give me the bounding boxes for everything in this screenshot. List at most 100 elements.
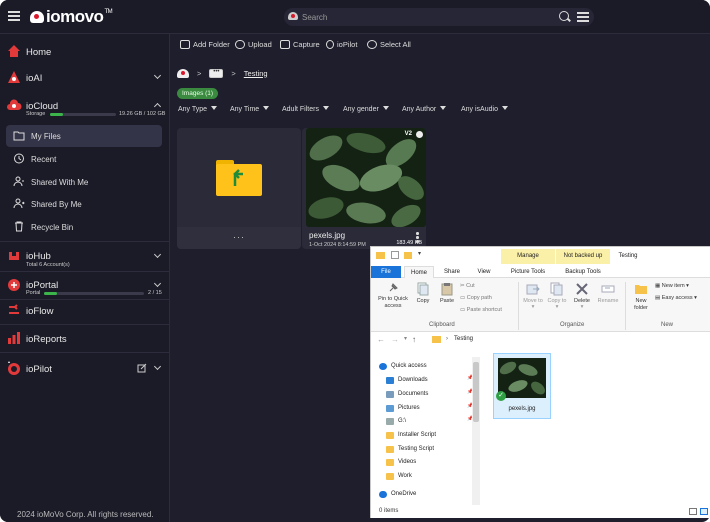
more-options-icon[interactable]: ··· [233, 232, 245, 242]
nav-installer-script[interactable]: Installer Script [386, 429, 436, 441]
sidebar-item-shared-with-me[interactable]: Shared With Me [6, 171, 162, 193]
filter-gender-dropdown[interactable]: Any gender [343, 106, 389, 113]
parent-folder-card[interactable]: ··· [177, 128, 301, 249]
tab-share[interactable]: Share [437, 266, 467, 278]
search-icon[interactable] [559, 11, 569, 21]
sidebar-item-recent[interactable]: Recent [6, 148, 162, 170]
properties-icon[interactable] [391, 251, 399, 259]
sidebar-item-iopilot[interactable]: ioPilot [0, 356, 170, 382]
manage-context-tab[interactable]: Manage [501, 249, 555, 264]
nav-quick-access[interactable]: Quick access [379, 360, 427, 372]
capture-button[interactable]: Capture [280, 40, 320, 49]
new-folder-button[interactable]: New folder [628, 282, 654, 312]
edit-icon[interactable] [137, 363, 147, 373]
tab-home[interactable]: Home [404, 266, 434, 278]
sidebar-item-label: Recent [31, 155, 57, 164]
chevron-down-icon[interactable] [153, 362, 162, 371]
nav-work[interactable]: Work [386, 470, 412, 482]
hamburger-menu-icon[interactable] [8, 11, 20, 21]
add-folder-button[interactable]: Add Folder [180, 40, 230, 49]
ribbon-tabs: File Home Share View Picture Tools Backu… [371, 266, 710, 278]
logo[interactable]: iomovo TM [30, 7, 113, 26]
move-to-button[interactable]: Move to ▾ [522, 282, 544, 310]
file-explorer-window: ▾ Manage Not backed up Testing File Home… [370, 246, 710, 518]
chevron-down-icon[interactable] [153, 71, 162, 80]
delete-button[interactable]: Delete ▾ [571, 282, 593, 310]
easy-access-button[interactable]: ▤ Easy access ▾ [655, 295, 697, 301]
reports-chart-icon [8, 332, 20, 344]
copy-to-button[interactable]: Copy to ▾ [546, 282, 568, 310]
nav-g-drive[interactable]: G:\ [386, 415, 406, 427]
new-item-button[interactable]: ▦ New item ▾ [655, 283, 689, 289]
search-input[interactable] [300, 8, 552, 26]
explorer-title-bar: ▾ Manage Not backed up Testing [371, 247, 710, 266]
select-checkbox[interactable] [416, 131, 423, 138]
logo-trademark: TM [104, 9, 113, 15]
sidebar-item-label: Home [26, 47, 52, 58]
chevron-up-icon[interactable] [153, 102, 162, 111]
tab-file[interactable]: File [371, 266, 401, 278]
home-logo-icon[interactable] [177, 68, 189, 78]
filter-sliders-icon[interactable] [577, 11, 589, 22]
nav-documents[interactable]: Documents [386, 388, 428, 400]
copy-button[interactable]: Copy [413, 282, 433, 304]
nav-pictures[interactable]: Pictures [386, 402, 420, 414]
chevron-down-icon[interactable] [153, 279, 162, 288]
sidebar-item-my-files[interactable]: My Files [6, 125, 162, 147]
file-item-pexels[interactable]: ✓ pexels.jpg [493, 353, 551, 419]
kebab-menu-icon[interactable] [416, 232, 419, 243]
details-view-icon[interactable] [689, 508, 697, 515]
recent-locations-icon[interactable]: ▾ [404, 335, 407, 342]
large-icons-view-icon[interactable] [700, 508, 708, 515]
logo-text: iomovo [46, 7, 104, 26]
paste-shortcut-button[interactable]: ▭ Paste shortcut [460, 307, 502, 313]
sidebar-item-label: My Files [31, 132, 61, 141]
pin-label: Pin to Quick access [378, 296, 408, 309]
filter-adult-dropdown[interactable]: Adult Filters [282, 106, 329, 113]
breadcrumb-current[interactable]: Testing [244, 69, 268, 78]
sidebar-item-home[interactable]: Home [0, 39, 170, 65]
backup-context-tab[interactable]: Not backed up [556, 249, 610, 264]
paste-button[interactable]: Paste [436, 282, 458, 304]
forward-arrow-icon[interactable]: → [391, 335, 399, 344]
sidebar-item-recycle-bin[interactable]: Recycle Bin [6, 216, 162, 238]
iopilot-button[interactable]: ioPilot [326, 40, 357, 49]
filter-type-dropdown[interactable]: Any Type [178, 106, 217, 113]
image-card-pexels[interactable]: V2 183.49 KB pexels.jpg 1-Oct 2024 8:14:… [302, 128, 426, 249]
tab-backup-tools[interactable]: Backup Tools [556, 266, 610, 278]
address-path[interactable]: Testing [454, 336, 473, 342]
rename-button[interactable]: Rename [595, 282, 621, 304]
copy-path-button[interactable]: ▭ Copy path [460, 295, 492, 301]
back-arrow-icon[interactable]: ← [377, 335, 385, 344]
sidebar-item-ioreports[interactable]: ioReports [0, 326, 170, 352]
select-all-label: Select All [380, 40, 411, 49]
quick-access-dropdown-icon[interactable]: ▾ [418, 250, 421, 257]
nav-videos[interactable]: Videos [386, 456, 416, 468]
sidebar-item-ioai[interactable]: ioAI [0, 65, 170, 91]
new-folder-icon[interactable] [404, 252, 412, 259]
nav-testing-script[interactable]: Testing Script [386, 443, 434, 455]
cut-button[interactable]: ✂ Cut [460, 283, 475, 289]
filter-author-dropdown[interactable]: Any Author [402, 106, 446, 113]
up-arrow-icon[interactable]: ↑ [412, 335, 416, 344]
nav-onedrive[interactable]: OneDrive [379, 488, 416, 500]
tab-view[interactable]: View [469, 266, 499, 278]
tab-picture-tools[interactable]: Picture Tools [501, 266, 555, 278]
select-all-button[interactable]: Select All [367, 40, 411, 49]
filter-time-dropdown[interactable]: Any Time [230, 106, 269, 113]
pin-quick-access-button[interactable]: Pin to Quick access [374, 282, 412, 310]
hub-icon [9, 252, 19, 260]
sidebar-item-ioflow[interactable]: ioFlow [0, 298, 170, 324]
copy-icon [417, 282, 429, 296]
divider [0, 241, 170, 242]
images-count-badge[interactable]: Images (1) [177, 88, 219, 99]
upload-button[interactable]: Upload [235, 40, 272, 49]
breadcrumb-collapsed[interactable]: ••• [209, 68, 224, 78]
folder-icon [386, 445, 394, 453]
add-folder-label: Add Folder [193, 40, 230, 49]
nav-scrollbar[interactable] [472, 357, 480, 505]
filter-isaudio-dropdown[interactable]: Any isAudio [461, 106, 508, 113]
chevron-down-icon[interactable] [153, 250, 162, 259]
sidebar-item-shared-by-me[interactable]: Shared By Me [6, 193, 162, 215]
nav-downloads[interactable]: Downloads [386, 374, 428, 386]
